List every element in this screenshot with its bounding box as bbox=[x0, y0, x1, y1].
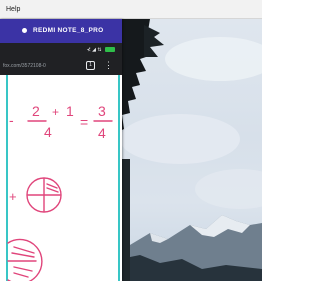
result-denominator: 4 bbox=[98, 125, 106, 141]
tab-switcher-button[interactable]: 1 bbox=[86, 61, 95, 70]
browser-url-bar[interactable]: fox.com/3572108-0 1 ⋮ bbox=[0, 57, 122, 75]
status-icons: ⊀ ◢ ⇅ bbox=[87, 47, 115, 53]
battery-icon bbox=[105, 47, 115, 52]
phone-window-titlebar[interactable]: REDMI NOTE_8_PRO bbox=[0, 19, 122, 43]
desktop-wallpaper bbox=[110, 19, 262, 281]
equation-minus: - bbox=[9, 112, 14, 128]
whiteboard-canvas[interactable]: - 2 + 1 4 = 3 4 + bbox=[0, 75, 122, 281]
fraction-circle-2 bbox=[7, 238, 43, 281]
result-numerator: 3 bbox=[98, 103, 106, 119]
plus-sign-2: + bbox=[9, 189, 17, 204]
fraction1-numerator: 2 bbox=[32, 103, 40, 119]
url-text[interactable]: fox.com/3572108-0 bbox=[3, 63, 77, 69]
signal-wifi-icons: ⊀ ◢ ⇅ bbox=[86, 47, 102, 53]
wallpaper-scene bbox=[110, 19, 262, 281]
fraction-denominator: 4 bbox=[44, 124, 52, 140]
phone-status-bar: ⊀ ◢ ⇅ bbox=[0, 43, 122, 57]
equals-sign: = bbox=[80, 114, 88, 130]
record-dot-icon bbox=[22, 28, 27, 33]
phone-mirror-window[interactable]: REDMI NOTE_8_PRO ⊀ ◢ ⇅ fox.com/3572108-0… bbox=[0, 19, 122, 281]
fraction2-numerator: 1 bbox=[66, 103, 74, 119]
plus-sign: + bbox=[52, 105, 59, 119]
more-options-icon[interactable]: ⋮ bbox=[104, 60, 113, 71]
menu-bar: Help bbox=[0, 0, 262, 19]
handwriting-layer: - 2 + 1 4 = 3 4 + bbox=[7, 103, 113, 281]
device-name: REDMI NOTE_8_PRO bbox=[33, 27, 104, 34]
menu-help[interactable]: Help bbox=[6, 6, 20, 13]
